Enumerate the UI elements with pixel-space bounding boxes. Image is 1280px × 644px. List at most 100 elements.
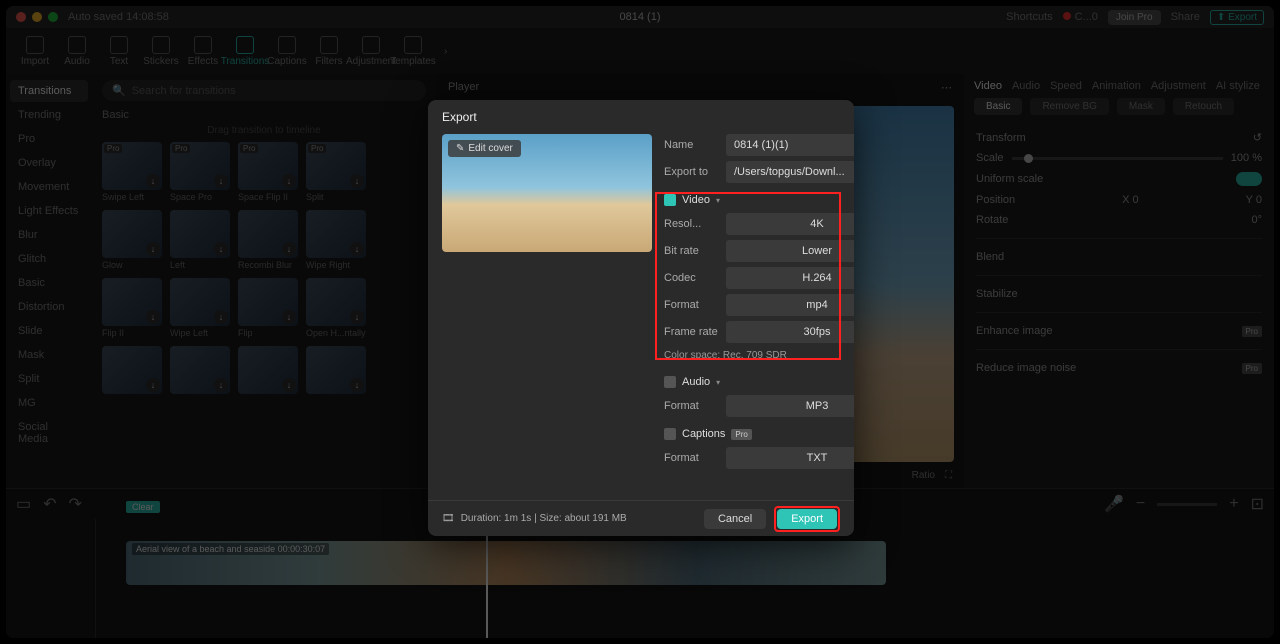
mic-icon[interactable]: 🎤	[1104, 494, 1124, 514]
video-format-select[interactable]: mp4	[726, 294, 854, 316]
toolbar-adjustment[interactable]: Adjustment	[350, 31, 392, 71]
transition-thumb[interactable]: Pro↓	[306, 142, 366, 190]
category-overlay[interactable]: Overlay	[10, 152, 88, 174]
position-label: Position	[976, 194, 1015, 206]
transition-thumb[interactable]: ↓	[102, 346, 162, 394]
window-controls[interactable]	[16, 12, 58, 22]
category-basic[interactable]: Basic	[10, 272, 88, 294]
inspector-subtab-remove-bg[interactable]: Remove BG	[1030, 98, 1108, 115]
inspector-subtab-basic[interactable]: Basic	[974, 98, 1022, 115]
transition-thumb[interactable]: ↓	[238, 278, 298, 326]
shortcuts-button[interactable]: Shortcuts	[1006, 11, 1052, 23]
fit-icon[interactable]: ⊡	[1251, 494, 1264, 514]
category-glitch[interactable]: Glitch	[10, 248, 88, 270]
category-blur[interactable]: Blur	[10, 224, 88, 246]
captions-checkbox[interactable]	[664, 428, 676, 440]
category-light-effects[interactable]: Light Effects	[10, 200, 88, 222]
zoom-out-icon[interactable]: −	[1136, 495, 1145, 513]
toolbar-more[interactable]: ›	[444, 46, 447, 57]
resolution-select[interactable]: 4K	[726, 213, 854, 235]
audio-format-select[interactable]: MP3	[726, 395, 854, 417]
toolbar-effects[interactable]: Effects	[182, 31, 224, 71]
video-clip[interactable]: Aerial view of a beach and seaside 00:00…	[126, 541, 886, 585]
transition-categories: TransitionsTrendingProOverlayMovementLig…	[6, 74, 92, 488]
toolbar-captions[interactable]: Captions	[266, 31, 308, 71]
transition-thumb[interactable]: ↓	[170, 210, 230, 258]
name-label: Name	[664, 139, 720, 151]
category-slide[interactable]: Slide	[10, 320, 88, 342]
inspector-tab-audio[interactable]: Audio	[1012, 80, 1040, 92]
exportto-input[interactable]	[726, 161, 854, 183]
inspector-tab-speed[interactable]: Speed	[1050, 80, 1082, 92]
inspector-tab-animation[interactable]: Animation	[1092, 80, 1141, 92]
name-input[interactable]	[726, 134, 854, 156]
transition-thumb[interactable]: ↓	[170, 346, 230, 394]
inspector-panel: Video Audio Speed Animation Adjustment AI sty…	[964, 74, 1274, 488]
inspector-subtab-mask[interactable]: Mask	[1117, 98, 1165, 115]
inspector-subtab-retouch[interactable]: Retouch	[1173, 98, 1234, 115]
zoom-in-icon[interactable]: +	[1229, 495, 1238, 513]
edit-cover-button[interactable]: ✎ Edit cover	[448, 140, 521, 157]
captions-format-label: Format	[664, 452, 720, 464]
category-distortion[interactable]: Distortion	[10, 296, 88, 318]
playhead[interactable]	[486, 521, 488, 638]
category-trending[interactable]: Trending	[10, 104, 88, 126]
video-checkbox[interactable]	[664, 194, 676, 206]
scale-label: Scale	[976, 152, 1004, 164]
toolbar-transitions[interactable]: Transitions	[224, 31, 266, 71]
uniform-toggle[interactable]	[1236, 172, 1262, 186]
toolbar-templates[interactable]: Templates	[392, 31, 434, 71]
category-social-media[interactable]: Social Media	[10, 416, 88, 450]
share-button[interactable]: Share	[1171, 11, 1200, 23]
audio-checkbox[interactable]	[664, 376, 676, 388]
transition-thumb[interactable]: Pro↓	[170, 142, 230, 190]
inspector-tab-video[interactable]: Video	[974, 80, 1002, 92]
category-mg[interactable]: MG	[10, 392, 88, 414]
captions-format-select[interactable]: TXT	[726, 447, 854, 469]
scale-slider[interactable]	[1012, 157, 1223, 160]
inspector-tab-adjustment[interactable]: Adjustment	[1151, 80, 1206, 92]
category-split[interactable]: Split	[10, 368, 88, 390]
sidebar-tab-transitions[interactable]: Transitions	[10, 80, 88, 102]
transition-thumb[interactable]: ↓	[238, 210, 298, 258]
join-pro-button[interactable]: Join Pro	[1108, 10, 1161, 25]
export-button-top[interactable]: ⬆ Export	[1210, 10, 1264, 25]
category-pro[interactable]: Pro	[10, 128, 88, 150]
redo-icon[interactable]: ↷	[69, 494, 82, 514]
export-button[interactable]: Export	[777, 509, 837, 529]
category-mask[interactable]: Mask	[10, 344, 88, 366]
clip-label: Aerial view of a beach and seaside 00:00…	[132, 543, 329, 555]
captions-section-label: Captions	[682, 428, 725, 440]
clip-header[interactable]: Clear	[126, 501, 160, 513]
category-movement[interactable]: Movement	[10, 176, 88, 198]
toolbar-import[interactable]: Import	[14, 31, 56, 71]
transition-thumb[interactable]: ↓	[102, 278, 162, 326]
reset-icon[interactable]: ↺	[1253, 131, 1262, 144]
transition-thumb[interactable]: ↓	[238, 346, 298, 394]
fullscreen-icon[interactable]: ⛶	[945, 470, 952, 481]
toolbar-filters[interactable]: Filters	[308, 31, 350, 71]
transition-thumb[interactable]: ↓	[306, 278, 366, 326]
toolbar-text[interactable]: Text	[98, 31, 140, 71]
film-icon: 🎞	[442, 513, 455, 524]
toolbar-stickers[interactable]: Stickers	[140, 31, 182, 71]
transition-thumb[interactable]: Pro↓	[238, 142, 298, 190]
ratio-button[interactable]: Ratio	[912, 470, 935, 481]
bitrate-select[interactable]: Lower	[726, 240, 854, 262]
zoom-slider[interactable]	[1157, 503, 1217, 506]
undo-icon[interactable]: ↶	[43, 494, 56, 514]
reduce-noise-label: Reduce image noise	[976, 362, 1076, 374]
codec-select[interactable]: H.264	[726, 267, 854, 289]
search-transitions-input[interactable]: Search for transitions	[102, 80, 426, 101]
transition-thumb[interactable]: ↓	[306, 210, 366, 258]
video-section-label: Video	[682, 194, 710, 206]
transition-thumb[interactable]: Pro↓	[102, 142, 162, 190]
cancel-button[interactable]: Cancel	[704, 509, 766, 529]
toolbar-audio[interactable]: Audio	[56, 31, 98, 71]
framerate-select[interactable]: 30fps	[726, 321, 854, 343]
inspector-tab-ai-stylize[interactable]: AI stylize	[1216, 80, 1260, 92]
pointer-tool-icon[interactable]: ▭	[16, 494, 31, 514]
transition-thumb[interactable]: ↓	[102, 210, 162, 258]
transition-thumb[interactable]: ↓	[306, 346, 366, 394]
transition-thumb[interactable]: ↓	[170, 278, 230, 326]
